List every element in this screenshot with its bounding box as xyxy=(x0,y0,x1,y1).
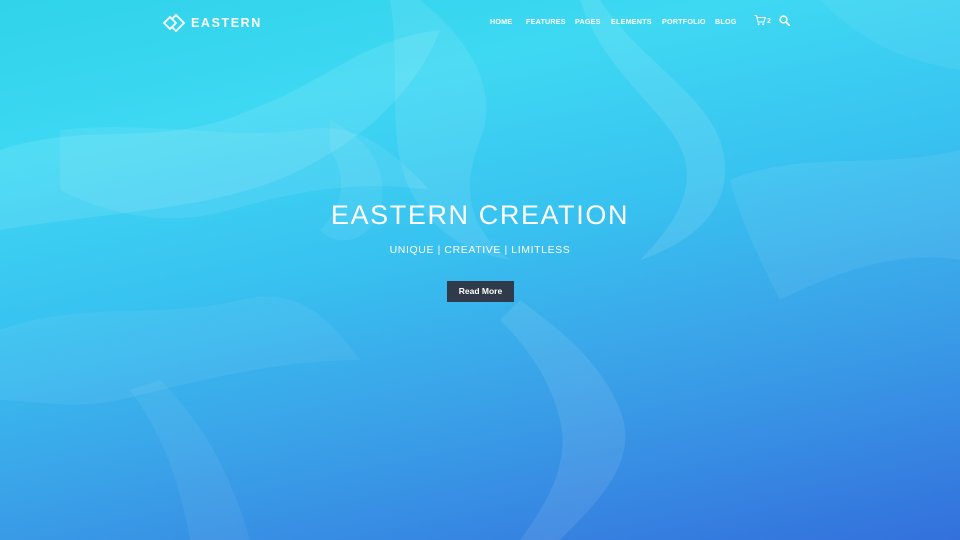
hero-background-texture xyxy=(0,0,960,540)
read-more-button[interactable]: Read More xyxy=(447,281,514,302)
hero-subtitle: UNIQUE | CREATIVE | LIMITLESS xyxy=(389,244,571,256)
site-header: EASTERN HOME FEATURES PAGES ELEMENTS POR… xyxy=(0,0,960,44)
cart-button[interactable]: 2 xyxy=(754,14,771,26)
nav-item-home[interactable]: HOME xyxy=(490,17,512,27)
cart-count-badge: 2 xyxy=(767,17,771,25)
nav-item-portfolio[interactable]: PORTFOLIO xyxy=(662,17,706,27)
nav-item-elements[interactable]: ELEMENTS xyxy=(611,17,652,27)
search-icon[interactable] xyxy=(779,15,790,26)
logo-diamond-icon xyxy=(163,14,186,32)
hero-title: EASTERN CREATION xyxy=(330,200,630,230)
nav-item-blog[interactable]: BLOG xyxy=(715,17,737,27)
cart-icon xyxy=(754,14,766,26)
hero-section: EASTERN HOME FEATURES PAGES ELEMENTS POR… xyxy=(0,0,960,540)
logo-text: EASTERN xyxy=(191,16,262,30)
logo[interactable]: EASTERN xyxy=(163,13,262,33)
nav-item-features[interactable]: FEATURES xyxy=(526,17,566,27)
nav-item-pages[interactable]: PAGES xyxy=(575,17,601,27)
